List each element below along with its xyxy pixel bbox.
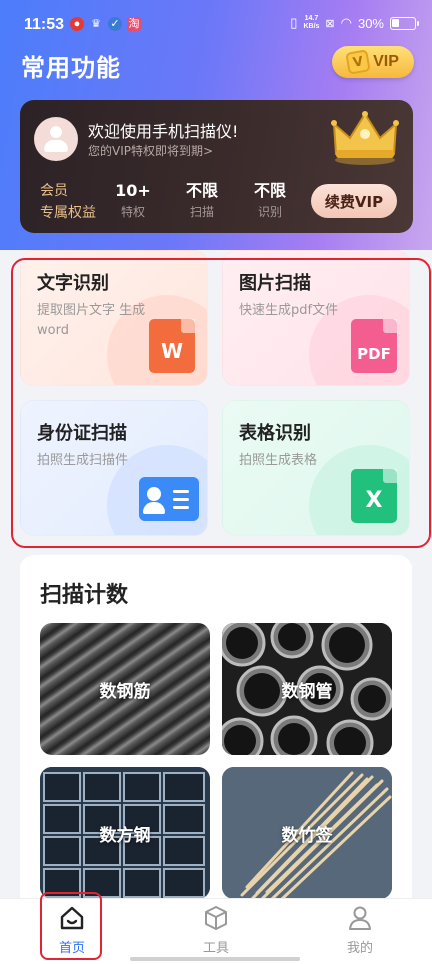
crown-notification-icon: ♛ xyxy=(91,18,101,30)
count-square-steel-tile[interactable]: 数方钢 xyxy=(40,767,210,899)
crown-icon xyxy=(331,111,399,165)
vip-badge-button[interactable]: V VIP xyxy=(332,46,414,78)
gesture-bar xyxy=(130,957,300,961)
nav-tools[interactable]: 工具 xyxy=(171,899,261,961)
page-title: 常用功能 xyxy=(21,54,121,82)
count-pipe-tile[interactable]: 数钢管 xyxy=(222,623,392,755)
user-icon xyxy=(349,906,371,930)
box-icon xyxy=(205,906,227,930)
vip-card[interactable]: 欢迎使用手机扫描仪! 您的VIP特权即将到期> 会员 专属权益 10+ 特权 不… xyxy=(20,100,413,233)
stat-privileges: 10+ 特权 xyxy=(115,181,151,219)
home-tab-highlight xyxy=(40,892,102,960)
vibrate-icon: ▯ xyxy=(290,15,298,30)
status-bar: 11:53 ● ♛ ✓ 淘 ▯ 14.7 KB/s ⊠ ◠ 30% xyxy=(0,0,432,50)
count-bamboo-tile[interactable]: 数竹签 xyxy=(222,767,392,899)
wifi-icon: ◠ xyxy=(340,15,352,30)
vip-welcome-text: 欢迎使用手机扫描仪! xyxy=(88,122,239,141)
stat-recognize: 不限 识别 xyxy=(253,181,286,219)
function-cards-highlight xyxy=(11,258,431,548)
check-notification-icon: ✓ xyxy=(108,17,122,31)
renew-vip-button[interactable]: 续费VIP xyxy=(311,184,397,218)
status-time: 11:53 xyxy=(24,16,65,33)
battery-icon xyxy=(390,16,419,30)
member-benefits: 会员 专属权益 xyxy=(40,183,96,221)
scan-count-panel: 扫描计数 数钢筋 数钢管 数方钢 数竹签 xyxy=(20,555,412,915)
vip-expiry-link[interactable]: 您的VIP特权即将到期> xyxy=(88,142,213,159)
notification-app-icon: ● xyxy=(70,17,84,31)
app-notification-icon: 淘 xyxy=(127,17,141,31)
avatar[interactable] xyxy=(34,117,78,161)
status-indicators: ▯ 14.7 KB/s ⊠ ◠ 30% xyxy=(290,15,419,31)
battery-percent: 30% xyxy=(357,15,384,31)
vip-logo-icon: V xyxy=(345,49,371,75)
count-rebar-tile[interactable]: 数钢筋 xyxy=(40,623,210,755)
scan-count-title: 扫描计数 xyxy=(40,583,129,608)
nav-mine[interactable]: 我的 xyxy=(315,899,405,961)
status-app-icons: ● ♛ ✓ 淘 xyxy=(70,17,141,31)
network-speed: 14.7 KB/s xyxy=(303,15,320,30)
stat-scan: 不限 扫描 xyxy=(185,181,218,219)
no-sim-icon: ⊠ xyxy=(325,17,335,30)
